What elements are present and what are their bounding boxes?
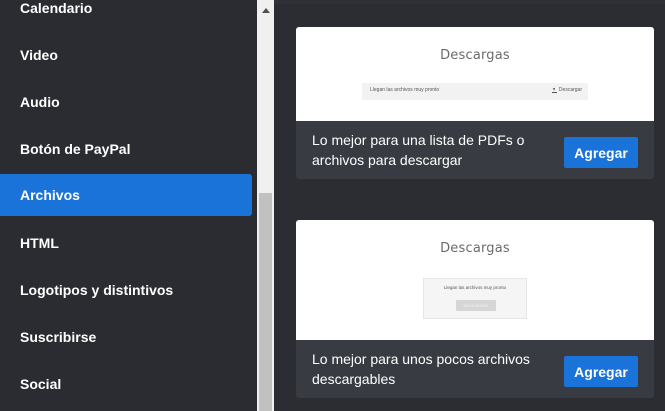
sidebar-item-audio[interactable]: Audio <box>0 81 252 123</box>
sidebar-item-suscribirse[interactable]: Suscribirse <box>0 316 252 358</box>
card-footer: Lo mejor para una lista de PDFs o archiv… <box>296 121 654 179</box>
sidebar-item-social[interactable]: Social <box>0 363 252 405</box>
scrollbar-thumb[interactable] <box>259 193 272 411</box>
add-button[interactable]: Agregar <box>564 356 638 387</box>
scroll-up-arrow-icon[interactable] <box>257 2 274 19</box>
top-divider <box>274 0 665 4</box>
card-description: Lo mejor para una lista de PDFs o archiv… <box>312 132 525 168</box>
sidebar-item-label: Video <box>20 47 58 63</box>
sidebar-item-paypal[interactable]: Botón de PayPal <box>0 128 252 170</box>
sidebar-scrollbar[interactable] <box>257 0 274 411</box>
sidebar-item-label: Archivos <box>20 187 80 203</box>
sidebar-item-label: Social <box>20 376 62 392</box>
sidebar-item-calendario[interactable]: Calendario <box>0 0 252 29</box>
preview-file-row-text: Llegan las archivos muy pronto <box>370 87 440 93</box>
sidebar-item-label: HTML <box>20 235 59 251</box>
add-button[interactable]: Agregar <box>564 137 638 168</box>
sidebar-item-label: Audio <box>20 94 60 110</box>
block-card-few-files[interactable]: Descargas Llegan las archivos muy pronto… <box>296 220 654 398</box>
sidebar-item-label: Botón de PayPal <box>20 141 131 157</box>
preview-box-text: Llegan las archivos muy pronto <box>443 285 507 290</box>
preview-title: Descargas <box>440 241 510 256</box>
preview-download-button: DESCARGAR <box>456 300 496 311</box>
card-preview: Descargas Llegan las archivos muy pronto… <box>296 27 654 121</box>
sidebar: Calendario Video Audio Botón de PayPal A… <box>0 0 257 411</box>
preview-download-link: Descargar <box>551 87 582 93</box>
download-icon <box>551 87 557 93</box>
card-description: Lo mejor para unos pocos archivos descar… <box>312 351 530 387</box>
card-footer: Lo mejor para unos pocos archivos descar… <box>296 340 654 398</box>
sidebar-item-label: Logotipos y distintivos <box>20 282 174 298</box>
preview-file-box: Llegan las archivos muy pronto DESCARGAR <box>423 278 527 319</box>
sidebar-item-label: Suscribirse <box>20 329 97 345</box>
sidebar-item-video[interactable]: Video <box>0 34 252 76</box>
sidebar-item-logotipos[interactable]: Logotipos y distintivos <box>0 269 252 311</box>
main-panel: Descargas Llegan las archivos muy pronto… <box>274 0 665 411</box>
block-card-file-list[interactable]: Descargas Llegan las archivos muy pronto… <box>296 27 654 179</box>
sidebar-item-archivos[interactable]: Archivos <box>0 174 252 216</box>
card-preview: Descargas Llegan las archivos muy pronto… <box>296 220 654 340</box>
preview-download-label: Descargar <box>558 87 582 93</box>
preview-title: Descargas <box>440 48 510 63</box>
sidebar-item-label: Calendario <box>20 0 93 16</box>
sidebar-item-html[interactable]: HTML <box>0 222 252 264</box>
preview-file-row: Llegan las archivos muy pronto Descargar <box>362 83 588 100</box>
